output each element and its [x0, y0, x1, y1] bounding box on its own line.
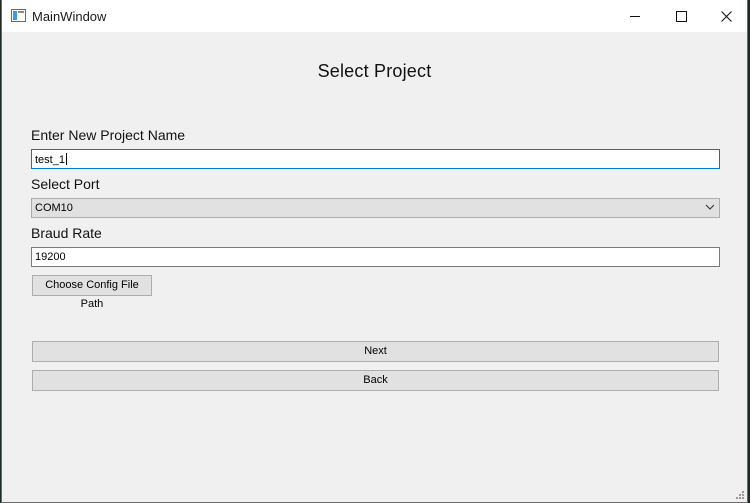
back-button[interactable]: Back: [32, 370, 719, 391]
text-caret: [65, 153, 67, 165]
main-window: MainWindow Select Project Enter New Proj…: [1, 0, 748, 503]
close-icon: [720, 10, 732, 22]
maximize-button[interactable]: [658, 0, 704, 32]
resize-grip-icon[interactable]: [735, 490, 745, 500]
maximize-icon: [675, 10, 687, 22]
next-button[interactable]: Next: [32, 341, 719, 362]
choose-config-button[interactable]: Choose Config File Path: [32, 275, 152, 310]
chevron-down-icon: [705, 204, 715, 210]
project-name-value: test_1: [35, 154, 65, 166]
app-window-icon: [11, 9, 26, 22]
baud-rate-value: 19200: [35, 251, 66, 263]
port-label: Select Port: [31, 176, 100, 192]
project-name-label: Enter New Project Name: [31, 127, 186, 143]
title-bar[interactable]: MainWindow: [2, 0, 747, 32]
minimize-icon: [630, 16, 640, 17]
baud-rate-label: Braud Rate: [31, 225, 102, 241]
minimize-button[interactable]: [612, 0, 658, 32]
page-title: Select Project: [317, 61, 432, 81]
project-name-input[interactable]: test_1: [31, 149, 720, 169]
close-button[interactable]: [703, 0, 749, 32]
port-select[interactable]: COM10: [31, 198, 720, 218]
port-selected-value: COM10: [35, 202, 73, 214]
baud-rate-input[interactable]: 19200: [31, 247, 720, 267]
window-title: MainWindow: [32, 9, 107, 24]
